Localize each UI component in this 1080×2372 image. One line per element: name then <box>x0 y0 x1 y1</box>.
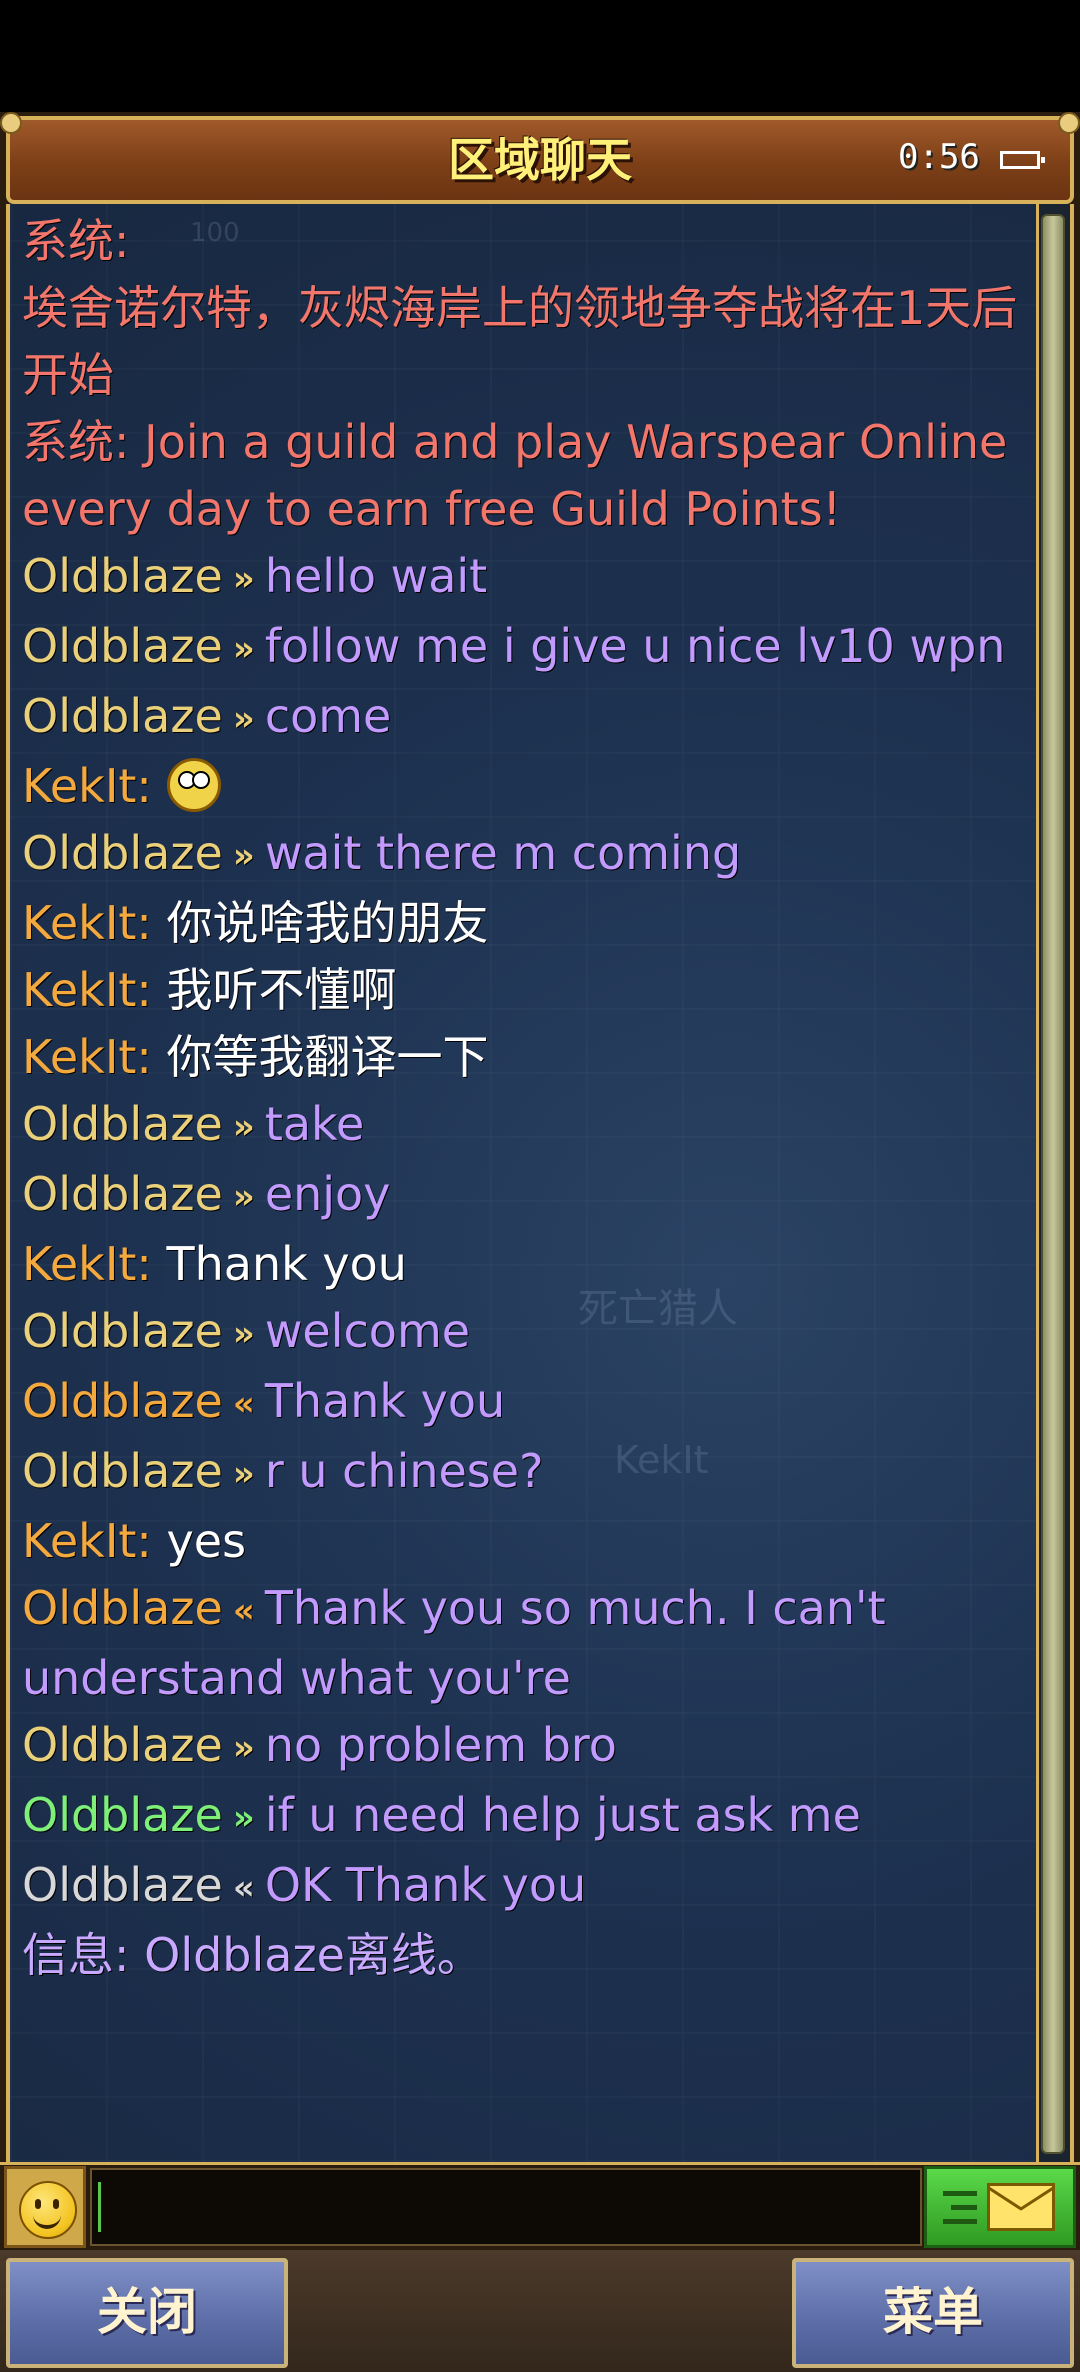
chat-input[interactable] <box>90 2168 922 2246</box>
message-text: welcome <box>264 1304 471 1358</box>
whisper-to-icon: » <box>232 629 255 669</box>
whisper-to-icon: » <box>232 1314 255 1354</box>
message-sender[interactable]: Oldblaze <box>22 1858 223 1912</box>
message-text: enjoy <box>264 1167 391 1221</box>
clock: 0:56 <box>898 137 980 177</box>
chat-message: Oldblaze» take <box>22 1091 1022 1161</box>
whisper-to-icon: » <box>232 1728 255 1768</box>
message-sender[interactable]: Oldblaze <box>22 1788 223 1842</box>
message-text: OK Thank you <box>264 1858 587 1912</box>
message-sender[interactable]: KekIt: <box>22 1514 152 1568</box>
message-text: if u need help just ask me <box>264 1788 861 1842</box>
chat-message: Oldblaze» wait there m coming <box>22 820 1022 890</box>
message-text: wait there m coming <box>264 826 742 880</box>
battery-icon <box>1000 151 1045 169</box>
whisper-from-icon: « <box>232 1868 255 1908</box>
message-sender: 系统: <box>22 214 130 268</box>
chat-message: KekIt: yes <box>22 1508 1022 1575</box>
chat-message: Oldblaze» hello wait <box>22 543 1022 613</box>
message-sender: 系统: <box>22 415 130 469</box>
chat-message: KekIt: Thank you <box>22 1231 1022 1298</box>
message-sender[interactable]: Oldblaze <box>22 549 223 603</box>
message-sender[interactable]: Oldblaze <box>22 1097 223 1151</box>
chat-message: Oldblaze «Thank you <box>22 1368 1022 1438</box>
chat-message: Oldblaze» welcome <box>22 1298 1022 1368</box>
message-text: yes <box>151 1514 247 1568</box>
message-sender[interactable]: KekIt: <box>22 1030 152 1084</box>
whisper-to-icon: » <box>232 699 255 739</box>
chat-message: 系统: <box>22 208 1022 275</box>
message-sender[interactable]: Oldblaze <box>22 689 223 743</box>
menu-button[interactable]: 菜单 <box>792 2258 1074 2368</box>
chat-message: 信息: Oldblaze离线。 <box>22 1922 1022 1989</box>
smiley-icon <box>19 2181 77 2239</box>
speed-line <box>951 2205 977 2210</box>
chat-message: Oldblaze» no problem bro <box>22 1712 1022 1782</box>
message-text: Join a guild and play Warspear Online ev… <box>22 415 1008 536</box>
chat-message: KekIt: 你说啥我的朋友 <box>22 890 1022 957</box>
speed-line <box>943 2191 977 2196</box>
message-sender: 信息: <box>22 1928 130 1982</box>
chat-message: Oldblaze «Thank you so much. I can't unde… <box>22 1575 1022 1712</box>
surprised-face-icon <box>166 758 221 812</box>
chat-message: Oldblaze» follow me i give u nice lv10 wp… <box>22 613 1022 683</box>
message-text: no problem bro <box>264 1718 617 1772</box>
whisper-to-icon: » <box>232 1454 255 1494</box>
chat-message: Oldblaze» r u chinese? <box>22 1438 1022 1508</box>
message-text: come <box>264 689 392 743</box>
chat-message: Oldblaze» if u need help just ask me <box>22 1782 1022 1852</box>
message-text: take <box>264 1097 365 1151</box>
message-text: 埃舍诺尔特，灰烬海岸上的领地争夺战将在1天后开始 <box>22 281 1018 402</box>
message-sender[interactable]: Oldblaze <box>22 1581 223 1635</box>
envelope-icon <box>987 2183 1055 2231</box>
chat-message: KekIt: <box>22 753 1022 820</box>
message-text: hello wait <box>264 549 488 603</box>
whisper-to-icon: » <box>232 1177 255 1217</box>
whisper-to-icon: » <box>232 1798 255 1838</box>
send-button[interactable] <box>924 2166 1076 2248</box>
message-sender[interactable]: Oldblaze <box>22 1167 223 1221</box>
message-sender[interactable]: KekIt: <box>22 1237 152 1291</box>
message-text: 你等我翻译一下 <box>151 1030 489 1084</box>
whisper-to-icon: » <box>232 559 255 599</box>
message-sender[interactable]: Oldblaze <box>22 619 223 673</box>
message-text: Thank you <box>151 1237 407 1291</box>
message-sender[interactable]: Oldblaze <box>22 1304 223 1358</box>
message-text: Oldblaze离线。 <box>129 1928 483 1982</box>
chat-message: 埃舍诺尔特，灰烬海岸上的领地争夺战将在1天后开始 <box>22 275 1022 409</box>
phone-status-bar <box>0 0 1080 112</box>
close-button[interactable]: 关闭 <box>6 2258 288 2368</box>
chat-message: 系统: Join a guild and play Warspear Onlin… <box>22 409 1022 543</box>
chat-message: Oldblaze «OK Thank you <box>22 1852 1022 1922</box>
chat-message-list: 系统: 埃舍诺尔特，灰烬海岸上的领地争夺战将在1天后开始 系统: Join a gu… <box>22 208 1022 1989</box>
whisper-from-icon: « <box>232 1591 255 1631</box>
speed-line <box>943 2219 977 2224</box>
message-text: 你说啥我的朋友 <box>151 896 489 950</box>
message-text: Thank you <box>264 1374 506 1428</box>
message-sender[interactable]: KekIt: <box>22 896 152 950</box>
message-sender[interactable]: Oldblaze <box>22 1374 223 1428</box>
chat-message: KekIt: 你等我翻译一下 <box>22 1024 1022 1091</box>
message-sender[interactable]: KekIt: <box>22 963 152 1017</box>
chat-scrollbar-thumb[interactable] <box>1041 214 1065 2154</box>
message-sender[interactable]: KekIt: <box>22 759 152 813</box>
whisper-to-icon: » <box>232 1107 255 1147</box>
whisper-from-icon: « <box>232 1384 255 1424</box>
chat-message: Oldblaze» come <box>22 683 1022 753</box>
chat-message: Oldblaze» enjoy <box>22 1161 1022 1231</box>
message-sender[interactable]: Oldblaze <box>22 1444 223 1498</box>
message-text: follow me i give u nice lv10 wpn <box>264 619 1006 673</box>
message-sender[interactable]: Oldblaze <box>22 1718 223 1772</box>
message-sender[interactable]: Oldblaze <box>22 826 223 880</box>
text-caret <box>98 2182 101 2232</box>
message-text: 我听不懂啊 <box>151 963 397 1017</box>
message-text: r u chinese? <box>264 1444 544 1498</box>
chat-message: KekIt: 我听不懂啊 <box>22 957 1022 1024</box>
emoji-button[interactable] <box>4 2166 86 2248</box>
whisper-to-icon: » <box>232 836 255 876</box>
